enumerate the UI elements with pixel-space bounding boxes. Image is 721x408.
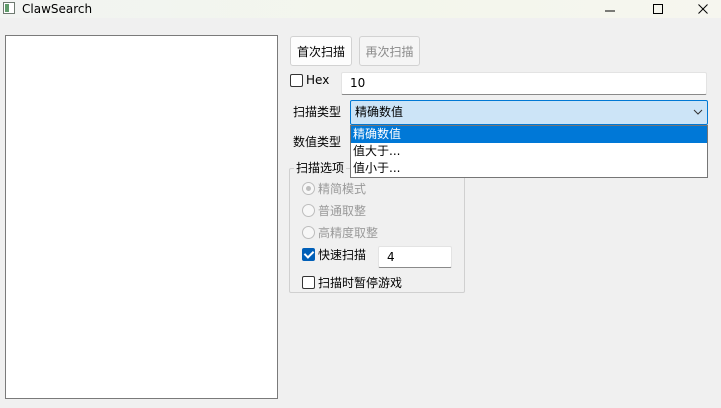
radio-normal-round[interactable] (302, 204, 315, 217)
close-button[interactable] (683, 0, 721, 18)
hex-checkbox[interactable] (290, 74, 303, 87)
scan-type-option-greater[interactable]: 值大于... (351, 143, 707, 160)
scan-type-dropdown: 精确数值 值大于... 值小于... (350, 125, 708, 178)
scan-type-selected: 精确数值 (355, 105, 404, 119)
value-input[interactable]: 10 (341, 72, 707, 95)
minimize-button[interactable] (590, 0, 630, 18)
scan-type-option-exact[interactable]: 精确数值 (351, 126, 707, 143)
fast-scan-input[interactable]: 4 (378, 246, 452, 268)
radio-normal-round-label: 普通取整 (318, 204, 367, 218)
close-icon (698, 4, 708, 14)
radio-high-precision-round-label: 高精度取整 (318, 226, 379, 240)
title-bar[interactable]: ClawSearch (0, 0, 721, 18)
fast-scan-label: 快速扫描 (318, 248, 367, 262)
scan-type-label: 扫描类型 (293, 105, 342, 119)
maximize-icon (653, 4, 663, 14)
first-scan-button[interactable]: 首次扫描 (290, 36, 352, 66)
maximize-button[interactable] (638, 0, 678, 18)
scan-type-select[interactable]: 精确数值 (350, 100, 708, 125)
radio-simple-mode[interactable] (302, 182, 315, 195)
scan-type-option-less[interactable]: 值小于... (351, 160, 707, 177)
window-app-icon (3, 2, 15, 14)
results-list[interactable] (5, 35, 278, 399)
pause-game-label: 扫描时暂停游戏 (318, 276, 403, 290)
value-type-label: 数值类型 (293, 135, 342, 149)
rescan-button[interactable]: 再次扫描 (359, 36, 420, 66)
radio-high-precision-round[interactable] (302, 226, 315, 239)
hex-label: Hex (306, 73, 330, 87)
minimize-icon (605, 10, 615, 12)
pause-game-checkbox[interactable] (302, 276, 315, 289)
fast-scan-checkbox[interactable] (302, 248, 315, 261)
radio-simple-mode-label: 精简模式 (318, 182, 367, 196)
window-title: ClawSearch (22, 2, 93, 16)
scan-options-title: 扫描选项 (294, 160, 347, 176)
chevron-down-icon (693, 109, 703, 115)
